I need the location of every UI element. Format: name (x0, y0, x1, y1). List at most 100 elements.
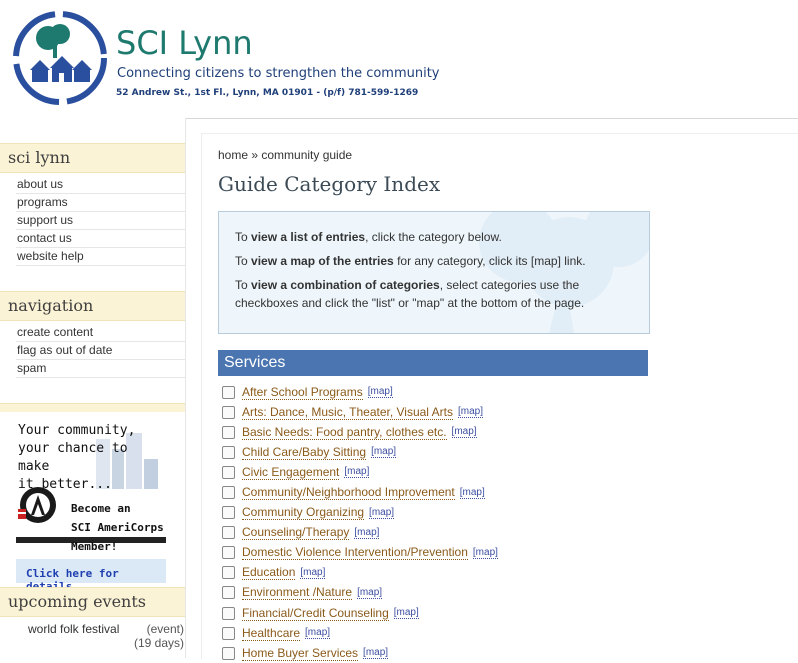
ad-sci: SCI AmeriCorps (71, 521, 164, 534)
category-row: Community/Neighborhood Improvement [map] (222, 482, 498, 502)
category-link[interactable]: Civic Engagement (242, 465, 340, 480)
category-link[interactable]: Child Care/Baby Sitting (242, 445, 367, 460)
category-list: After School Programs [map] Arts: Dance, M… (222, 382, 498, 663)
ad-headline: Your community, your chance to make it b… (18, 422, 166, 494)
ad-block-header (0, 403, 185, 412)
info-text: To (235, 254, 252, 268)
category-checkbox[interactable] (222, 445, 235, 459)
menu-item-about-us[interactable]: about us (16, 176, 185, 194)
main-content: home » community guide Guide Category In… (201, 133, 798, 661)
category-checkbox[interactable] (222, 486, 235, 500)
events-block-title: upcoming events (0, 587, 185, 617)
category-checkbox[interactable] (222, 586, 235, 600)
americorps-ad[interactable]: Your community, your chance to make it b… (16, 419, 166, 595)
menu-item-support-us[interactable]: support us (16, 212, 185, 230)
category-map-link[interactable]: [map] (457, 406, 483, 419)
info-line-map: To view a map of the entries for any cat… (235, 252, 635, 270)
category-link[interactable]: Healthcare (242, 626, 301, 641)
category-link[interactable]: Education (242, 565, 296, 581)
sci-lynn-block-title: sci lynn (0, 143, 185, 173)
category-link[interactable]: Domestic Violence Intervention/Preventio… (242, 545, 468, 561)
sci-lynn-menu: about us programs support us contact us … (16, 176, 185, 266)
event-days: (19 days) (133, 636, 184, 650)
category-checkbox[interactable] (222, 526, 235, 540)
category-map-link[interactable]: [map] (369, 507, 395, 519)
category-map-link[interactable]: [map] (363, 647, 389, 660)
category-link[interactable]: Community/Neighborhood Improvement (242, 485, 455, 501)
category-checkbox[interactable] (222, 546, 235, 560)
info-line-combination: To view a combination of categories, sel… (235, 276, 635, 312)
category-map-link[interactable]: [map] (357, 587, 383, 599)
info-bold: view a list of entries (251, 230, 366, 244)
category-checkbox[interactable] (222, 626, 235, 640)
event-type: (event) (146, 622, 184, 636)
category-link[interactable]: Arts: Dance, Music, Theater, Visual Arts (242, 405, 453, 420)
category-row: Domestic Violence Intervention/Preventio… (222, 543, 498, 563)
category-row: Education [map] (222, 563, 498, 583)
category-checkbox[interactable] (222, 606, 235, 620)
menu-item-website-help[interactable]: website help (16, 248, 185, 266)
site-header: SCI Lynn Connecting citizens to strength… (0, 0, 798, 119)
navigation-menu: create content flag as out of date spam (16, 324, 185, 378)
category-row: Child Care/Baby Sitting [map] (222, 442, 498, 462)
category-map-link[interactable]: [map] (305, 627, 331, 640)
info-text: , click the category below. (365, 230, 502, 244)
category-map-link[interactable]: [map] (459, 487, 485, 499)
info-text: To (235, 230, 252, 244)
category-checkbox[interactable] (222, 425, 235, 439)
services-section-header: Services (218, 350, 648, 376)
category-map-link[interactable]: [map] (451, 426, 477, 439)
category-row: Financial/Credit Counseling [map] (222, 603, 498, 623)
ad-member: Member! (71, 540, 118, 553)
category-link[interactable]: Basic Needs: Food pantry, clothes etc. (242, 425, 447, 440)
info-text: for any category, click its [map] link. (393, 254, 586, 268)
info-box: To view a list of entries, click the cat… (218, 211, 650, 334)
menu-item-flag-out-of-date[interactable]: flag as out of date (16, 342, 185, 360)
category-row: Basic Needs: Food pantry, clothes etc. [m… (222, 422, 498, 442)
event-name[interactable]: world folk festival (28, 622, 119, 636)
navigation-block-title: navigation (0, 291, 185, 321)
info-bold: view a map of the entries (251, 254, 394, 268)
site-address: 52 Andrew St., 1st Fl., Lynn, MA 01901 -… (116, 88, 419, 98)
menu-item-spam[interactable]: spam (16, 360, 185, 378)
menu-item-contact-us[interactable]: contact us (16, 230, 185, 248)
category-row: Environment /Nature [map] (222, 583, 498, 603)
info-line-list: To view a list of entries, click the cat… (235, 228, 635, 246)
category-row: Healthcare [map] (222, 623, 498, 643)
ad-body: Become an SCI AmeriCorps Member! (71, 499, 164, 556)
category-checkbox[interactable] (222, 405, 235, 419)
category-checkbox[interactable] (222, 506, 235, 520)
category-map-link[interactable]: [map] (367, 386, 393, 399)
breadcrumb[interactable]: home » community guide (218, 148, 352, 162)
category-map-link[interactable]: [map] (344, 466, 370, 479)
category-row: Community Organizing [map] (222, 503, 498, 523)
category-row: After School Programs [map] (222, 382, 498, 402)
sci-lynn-logo[interactable] (10, 8, 110, 108)
info-bold: view a combination of categories (251, 278, 440, 292)
category-map-link[interactable]: [map] (371, 446, 397, 459)
category-map-link[interactable]: [map] (393, 607, 419, 620)
category-link[interactable]: Environment /Nature (242, 585, 353, 601)
category-link[interactable]: Counseling/Therapy (242, 525, 350, 541)
ad-become: Become an (71, 502, 131, 515)
category-link[interactable]: Community Organizing (242, 505, 365, 521)
category-checkbox[interactable] (222, 566, 235, 580)
ad-line-2: your chance to make (18, 441, 128, 474)
menu-item-programs[interactable]: programs (16, 194, 185, 212)
page-title: Guide Category Index (218, 172, 441, 196)
category-map-link[interactable]: [map] (300, 567, 326, 579)
category-link[interactable]: Home Buyer Services (242, 646, 359, 661)
category-link[interactable]: Financial/Credit Counseling (242, 606, 389, 621)
category-map-link[interactable]: [map] (354, 527, 380, 539)
category-row: Civic Engagement [map] (222, 462, 498, 482)
category-row: Arts: Dance, Music, Theater, Visual Arts… (222, 402, 498, 422)
category-map-link[interactable]: [map] (472, 547, 498, 559)
site-name[interactable]: SCI Lynn (116, 24, 253, 62)
category-checkbox[interactable] (222, 465, 235, 479)
menu-item-create-content[interactable]: create content (16, 324, 185, 342)
category-link[interactable]: After School Programs (242, 385, 363, 400)
category-checkbox[interactable] (222, 385, 235, 399)
ad-line-1: Your community, (18, 423, 136, 438)
info-text: To (235, 278, 252, 292)
category-row: Counseling/Therapy [map] (222, 523, 498, 543)
